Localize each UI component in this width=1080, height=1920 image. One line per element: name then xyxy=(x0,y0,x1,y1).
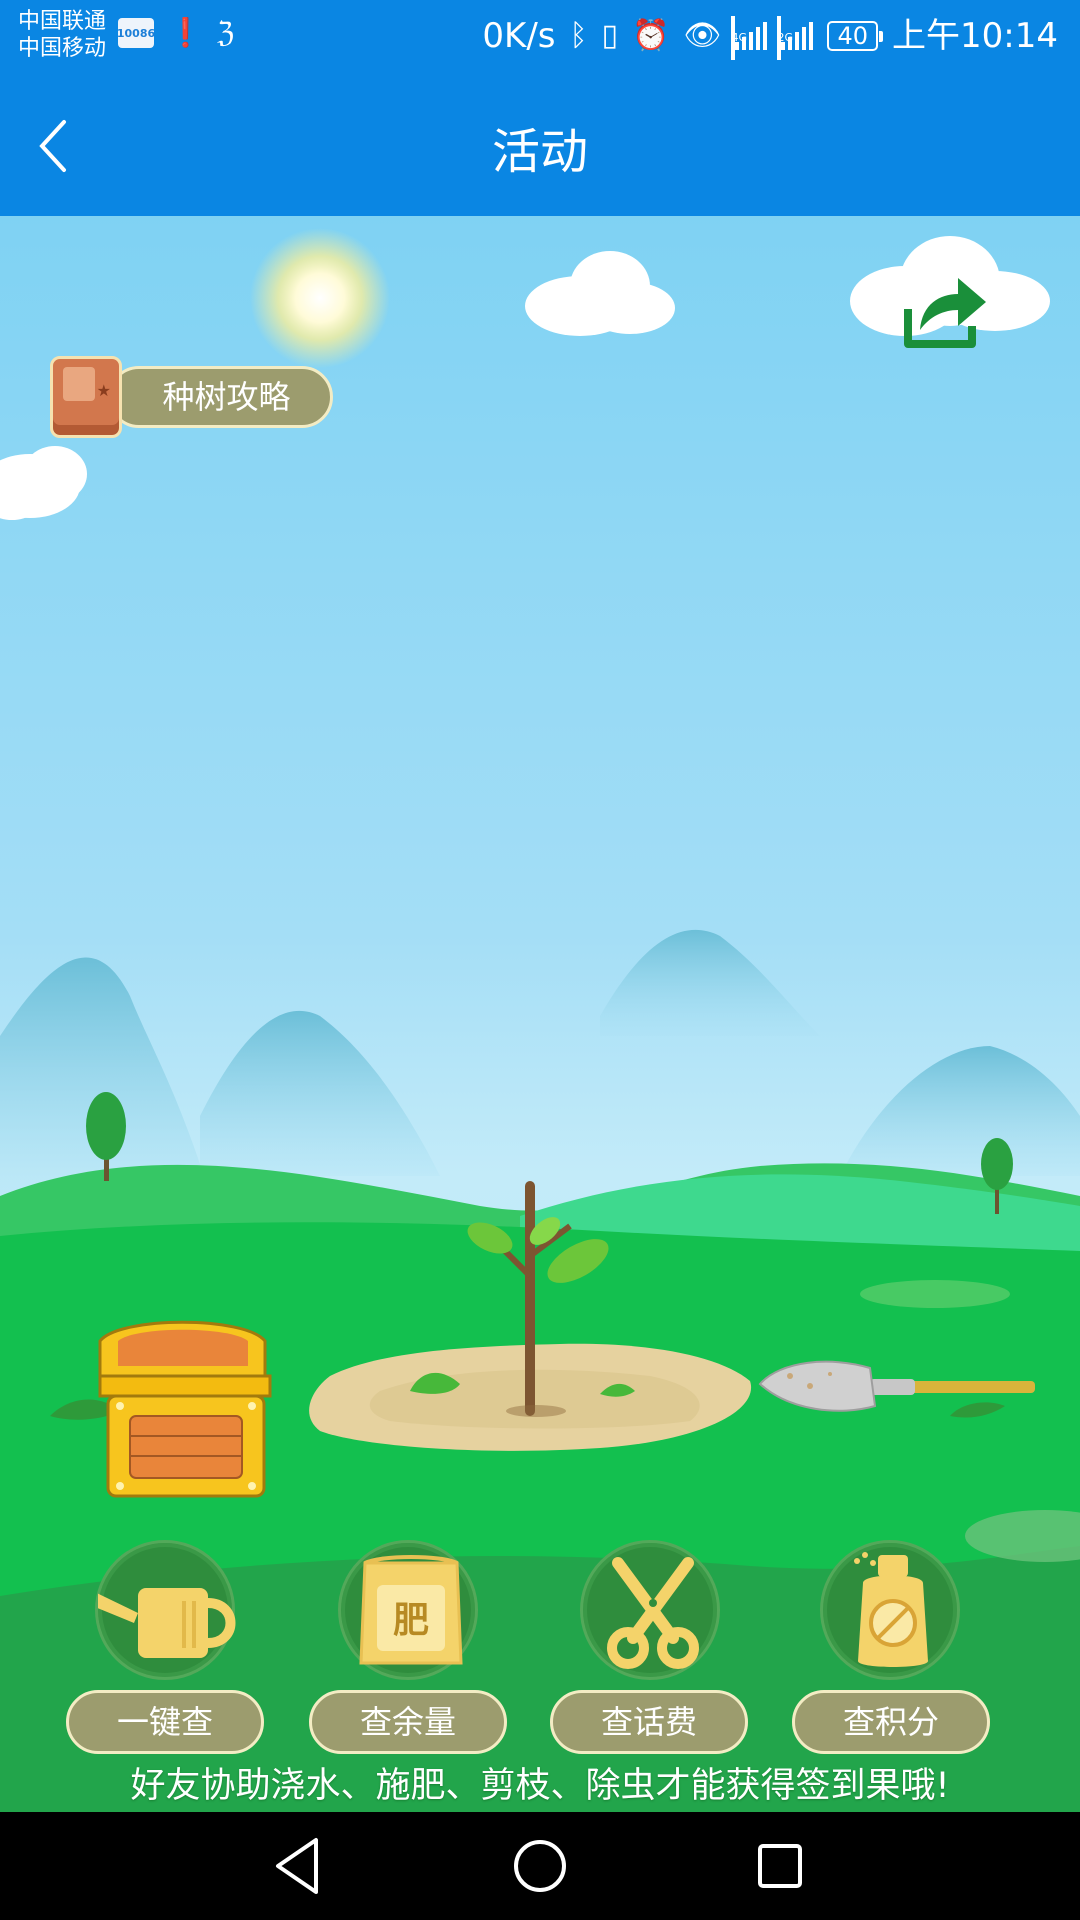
nav-home-icon xyxy=(514,1840,566,1892)
check-points-button[interactable]: 查积分 xyxy=(792,1690,990,1754)
title-bar: 活动 xyxy=(0,76,1080,216)
watering-can-icon xyxy=(98,1588,236,1658)
cloud xyxy=(525,251,675,336)
eye-icon: 👁 xyxy=(683,18,722,53)
bluetooth-icon: ᛒ xyxy=(569,18,588,53)
signal-icon: 2G xyxy=(777,16,814,60)
tree-planting-game: 种树攻略 肥 xyxy=(0,216,1080,1812)
alert-icon: ❗ xyxy=(168,16,203,49)
mountain xyxy=(840,1046,1080,1176)
planting-guide-button[interactable]: 种树攻略 xyxy=(50,356,335,438)
share-icon xyxy=(904,278,986,348)
pesticide-button[interactable] xyxy=(820,1540,960,1680)
fertilizer-label: 肥 xyxy=(392,1600,429,1641)
nav-recents-button[interactable] xyxy=(744,1830,816,1902)
network-speed: 0K/s xyxy=(482,16,556,56)
nav-recents-icon xyxy=(758,1844,802,1888)
check-balance-button[interactable]: 查余量 xyxy=(309,1690,507,1754)
share-button[interactable] xyxy=(900,264,990,354)
patch xyxy=(860,1280,1010,1308)
planting-guide-label: 种树攻略 xyxy=(108,366,333,428)
battery-icon: 40 xyxy=(827,21,883,51)
carrier-2: 中国移动 xyxy=(18,36,107,61)
navigation-bar xyxy=(0,1812,1080,1920)
sun xyxy=(250,228,390,368)
app-icon: ℨ xyxy=(216,16,235,49)
treasure-chest-icon xyxy=(98,1320,272,1498)
vibrate-icon: ▯ xyxy=(601,18,619,53)
signal-icon: 4G xyxy=(731,16,768,60)
check-bill-button[interactable]: 查话费 xyxy=(550,1690,748,1754)
check-all-button[interactable]: 一键查 xyxy=(66,1690,264,1754)
status-bar: 中国联通 中国移动 10086 ❗ ℨ 0K/s ᛒ ▯ ⏰ 👁 4G 2G 4… xyxy=(0,0,1080,76)
fertilizer-button[interactable]: 肥 xyxy=(338,1540,478,1680)
page-title: 活动 xyxy=(491,124,588,180)
mountain xyxy=(200,1010,440,1176)
scissors-button[interactable] xyxy=(580,1540,720,1680)
carrier-info: 中国联通 中国移动 xyxy=(18,8,106,62)
clock: 上午10:14 xyxy=(892,16,1058,56)
cloud xyxy=(0,446,87,520)
alarm-icon: ⏰ xyxy=(632,18,670,53)
mountain xyxy=(600,929,820,1036)
carrier-1: 中国联通 xyxy=(18,9,107,34)
scissors-icon xyxy=(607,1557,699,1669)
guide-book-icon xyxy=(50,356,122,438)
nav-back-icon xyxy=(276,1838,318,1894)
pesticide-bottle-icon xyxy=(854,1552,928,1667)
watering-can-button[interactable] xyxy=(95,1540,236,1680)
sim-icon: 10086 xyxy=(117,18,155,48)
tip-text: 好友协助浇水、施肥、剪枝、除虫才能获得签到果哦! xyxy=(130,1766,950,1806)
nav-back-button[interactable] xyxy=(264,1830,336,1902)
nav-home-button[interactable] xyxy=(504,1830,576,1902)
